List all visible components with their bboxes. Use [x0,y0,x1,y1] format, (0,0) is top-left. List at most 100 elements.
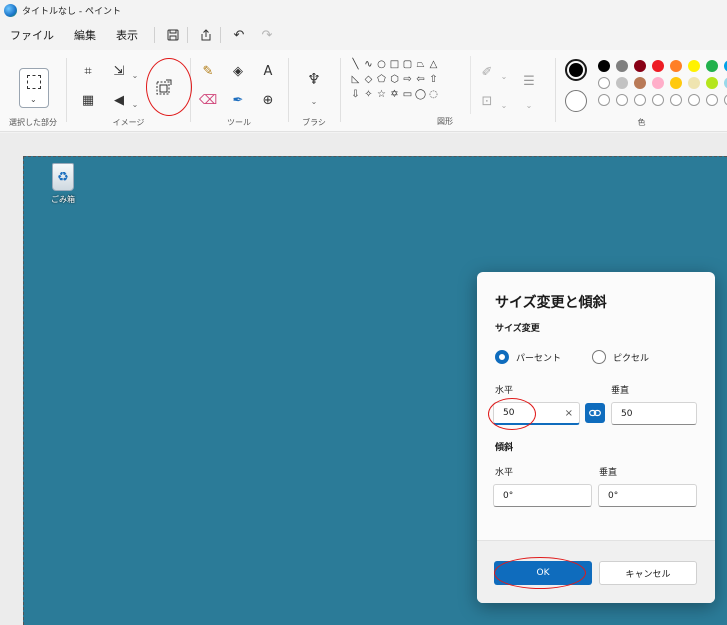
pencil-icon[interactable]: ✎ [199,62,217,80]
color-swatch[interactable] [598,60,610,72]
undo-icon[interactable]: ↶ [229,25,249,45]
left-arrow-shape-icon[interactable]: ⇦ [414,72,427,87]
color-swatch[interactable] [688,60,700,72]
shape-size-icon[interactable]: ☰ [520,72,538,90]
recycle-bin-icon: ♻ [52,163,74,191]
color-swatch[interactable] [616,77,628,89]
menu-separator [220,27,221,43]
rounded-rectangle-shape-icon[interactable]: ▢ [401,57,414,72]
five-point-star-shape-icon[interactable]: ☆ [375,87,388,102]
color-swatch[interactable] [652,94,664,106]
eraser-icon[interactable]: ⌫ [199,91,217,109]
color-swatch[interactable] [652,77,664,89]
dialog-title: サイズ変更と傾斜 [495,295,607,311]
color-swatch[interactable] [670,60,682,72]
line-shape-icon[interactable]: ╲ [349,57,362,72]
image-group-label: イメージ [112,118,145,127]
hexagon-shape-icon[interactable]: ⬡ [388,72,401,87]
percent-radio[interactable] [495,350,509,364]
four-point-star-shape-icon[interactable]: ✧ [362,87,375,102]
resize-vertical-input[interactable]: 50 [611,402,697,425]
fill-icon[interactable]: ⊡ [478,92,496,110]
color-swatch[interactable] [706,60,718,72]
dialog-footer: OK キャンセル [477,540,715,603]
skew-horizontal-input[interactable]: 0° [493,484,592,507]
brushes-group: ♆ ⌄ ブラシ [289,54,339,132]
secondary-color-swatch[interactable] [565,90,587,112]
chevron-down-icon[interactable]: ⌄ [499,67,509,85]
save-icon[interactable] [163,25,183,45]
resize-and-skew-icon[interactable] [154,77,174,97]
chevron-down-icon[interactable]: ⌄ [309,92,319,110]
brushes-group-label: ブラシ [302,118,326,127]
resize-horizontal-label: 水平 [495,386,514,396]
color-swatch[interactable] [616,94,628,106]
resize-vertical-value: 50 [621,408,633,419]
text-icon[interactable]: A [259,62,277,80]
ok-button[interactable]: OK [494,561,592,585]
chevron-down-icon[interactable]: ⌄ [524,96,534,114]
pixel-radio[interactable] [592,350,606,364]
oval-shape-icon[interactable]: ○ [375,57,388,72]
menu-file[interactable]: ファイル [10,27,54,43]
color-swatch[interactable] [670,94,682,106]
menu-view[interactable]: 表示 [116,27,138,43]
selection-group-label: 選択した部分 [9,118,57,127]
crop-icon[interactable]: ⌗ [79,62,97,80]
clear-icon[interactable]: × [565,408,573,419]
resize-horizontal-input[interactable]: 50 × [493,402,580,425]
cancel-button[interactable]: キャンセル [599,561,697,585]
brush-icon[interactable]: ♆ [305,70,323,88]
redo-icon[interactable]: ↷ [257,25,277,45]
rotate-icon[interactable]: ◀ [110,91,128,109]
color-swatch[interactable] [706,77,718,89]
color-swatch[interactable] [634,77,646,89]
ribbon-separator [340,58,341,122]
color-swatch[interactable] [688,77,700,89]
right-triangle-shape-icon[interactable]: ◺ [349,72,362,87]
menu-edit[interactable]: 編集 [74,27,96,43]
rectangle-shape-icon[interactable]: □ [388,57,401,72]
right-arrow-shape-icon[interactable]: ⇨ [401,72,414,87]
six-point-star-shape-icon[interactable]: ✡ [388,87,401,102]
skew-horizontal-label: 水平 [495,468,514,478]
curve-shape-icon[interactable]: ∿ [362,57,375,72]
tools-group-label: ツール [227,118,251,127]
down-arrow-shape-icon[interactable]: ⇩ [349,87,362,102]
selection-tool-button[interactable]: ⌄ [19,68,49,108]
polygon-shape-icon[interactable]: ⏢ [414,57,427,72]
maintain-aspect-ratio-button[interactable] [585,403,605,423]
diamond-shape-icon[interactable]: ◇ [362,72,375,87]
share-icon[interactable] [196,25,216,45]
color-swatch[interactable] [670,77,682,89]
color-swatch[interactable] [598,77,610,89]
outline-icon[interactable]: ✐ [478,63,496,81]
shapes-gallery[interactable]: ╲ ∿ ○ □ ▢ ⏢ △ ◺ ◇ ⬠ ⬡ ⇨ ⇦ ⇧ ⇩ ✧ ☆ ✡ ▭ ◯ ◌ [345,56,471,114]
chevron-down-icon[interactable]: ⌄ [499,96,509,114]
color-picker-icon[interactable]: ✒ [229,91,247,109]
shapes-grid: ╲ ∿ ○ □ ▢ ⏢ △ ◺ ◇ ⬠ ⬡ ⇨ ⇦ ⇧ ⇩ ✧ ☆ ✡ ▭ ◯ ◌ [345,56,470,103]
cloud-callout-shape-icon[interactable]: ◌ [427,87,440,102]
chevron-down-icon[interactable]: ⌄ [130,95,140,113]
resize-image-icon[interactable]: ⇲ [110,62,128,80]
color-swatch[interactable] [634,60,646,72]
pentagon-shape-icon[interactable]: ⬠ [375,72,388,87]
dashed-rectangle-icon [27,75,41,89]
color-swatch[interactable] [634,94,646,106]
color-swatch[interactable] [688,94,700,106]
magnifier-icon[interactable]: ⊕ [259,91,277,109]
triangle-shape-icon[interactable]: △ [427,57,440,72]
color-swatch[interactable] [598,94,610,106]
skew-vertical-input[interactable]: 0° [598,484,697,507]
select-all-image-icon[interactable]: ▦ [79,91,97,109]
color-swatch[interactable] [652,60,664,72]
color-swatch[interactable] [706,94,718,106]
color-swatch[interactable] [616,60,628,72]
chevron-down-icon[interactable]: ⌄ [130,66,140,84]
primary-color-swatch[interactable] [565,59,587,81]
up-arrow-shape-icon[interactable]: ⇧ [427,72,440,87]
oval-callout-shape-icon[interactable]: ◯ [414,87,427,102]
callout-shape-icon[interactable]: ▭ [401,87,414,102]
resize-heading: サイズ変更 [495,324,540,334]
fill-bucket-icon[interactable]: ◈ [229,62,247,80]
